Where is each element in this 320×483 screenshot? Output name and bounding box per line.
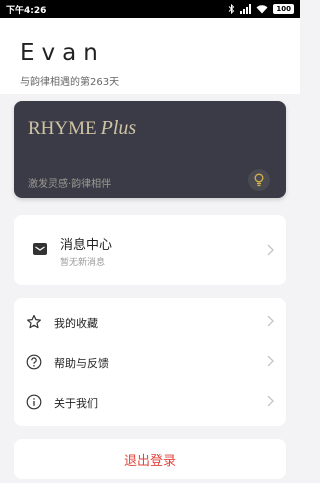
- menu-item-label: 帮助与反馈: [54, 357, 109, 370]
- chevron-right-icon: [267, 244, 274, 256]
- menu-item-help-feedback[interactable]: 帮助与反馈: [14, 342, 286, 382]
- message-center-subtitle: 暂无新消息: [60, 258, 106, 268]
- signal-icon: [240, 4, 252, 14]
- days-counter: 与韵律相遇的第263天: [20, 77, 120, 88]
- lightbulb-icon: [254, 173, 264, 187]
- status-icons: 100: [228, 4, 294, 14]
- brand-name: RHYME: [28, 118, 97, 139]
- info-circle-icon: [26, 394, 42, 410]
- status-time: 下午4:26: [6, 5, 47, 16]
- chevron-right-icon: [267, 355, 274, 367]
- status-bar: 下午4:26 100: [0, 0, 300, 18]
- logout-button[interactable]: 退出登录: [14, 439, 286, 479]
- brand-plus: Plus: [100, 117, 137, 139]
- card-slogan: 激发灵感·韵律相伴: [28, 179, 112, 190]
- message-center-item[interactable]: 消息中心 暂无新消息: [14, 215, 286, 285]
- chevron-right-icon: [267, 315, 274, 327]
- menu-item-about[interactable]: 关于我们: [14, 382, 286, 422]
- profile-header: Evan 与韵律相遇的第263天: [0, 18, 300, 94]
- bluetooth-icon: [229, 4, 235, 14]
- menu-list: 我的收藏 帮助与反馈 关于我们: [14, 298, 286, 426]
- battery-indicator: 100: [273, 4, 294, 14]
- wifi-icon: [256, 5, 268, 14]
- menu-item-label: 关于我们: [54, 397, 98, 410]
- rhyme-plus-card[interactable]: RHYME Plus 激发灵感·韵律相伴: [14, 101, 286, 198]
- message-center-title: 消息中心: [60, 238, 113, 253]
- help-circle-icon: [26, 354, 42, 370]
- brand-logo: RHYME Plus: [28, 117, 136, 140]
- username: Evan: [20, 40, 105, 66]
- lightbulb-button[interactable]: [248, 169, 270, 191]
- chevron-right-icon: [267, 395, 274, 407]
- star-icon: [27, 314, 41, 329]
- menu-item-favorites[interactable]: 我的收藏: [14, 302, 286, 342]
- menu-item-label: 我的收藏: [54, 317, 98, 330]
- mail-icon: [33, 243, 47, 255]
